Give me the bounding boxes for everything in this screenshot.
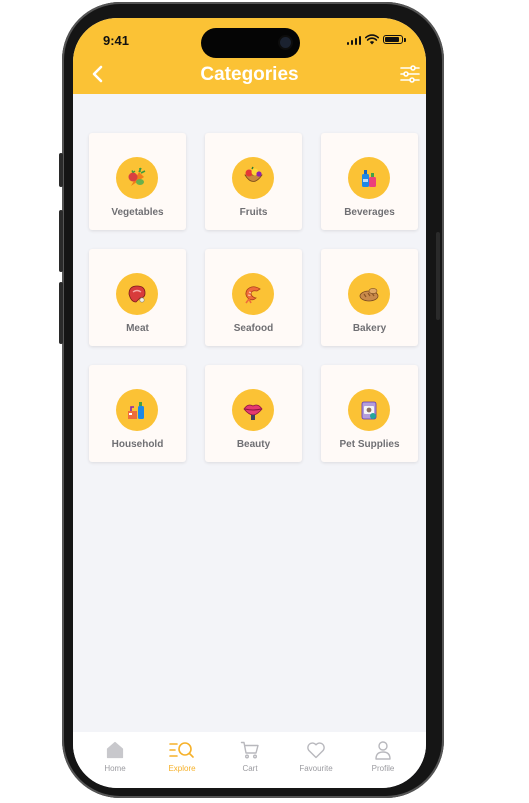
category-label: Bakery xyxy=(352,323,387,334)
category-card-meat[interactable]: Meat xyxy=(89,249,186,346)
filter-sliders-icon[interactable] xyxy=(400,65,420,83)
tab-cart[interactable]: Cart xyxy=(220,740,280,773)
tab-favourite[interactable]: Favourite xyxy=(286,740,346,773)
category-label: Beverages xyxy=(344,207,395,218)
category-card-bakery[interactable]: Bakery xyxy=(321,249,418,346)
silent-switch xyxy=(59,153,63,187)
power-button xyxy=(436,232,440,320)
tab-explore[interactable]: Explore xyxy=(152,740,212,773)
tab-label: Cart xyxy=(242,764,258,773)
heart-icon xyxy=(307,742,325,759)
profile-icon xyxy=(375,741,391,760)
explore-search-icon xyxy=(169,742,194,758)
category-card-seafood[interactable]: Seafood xyxy=(205,249,302,346)
category-label: Meat xyxy=(126,323,149,334)
fruits-icon xyxy=(232,157,274,199)
tab-label: Favourite xyxy=(299,764,333,773)
front-camera-icon xyxy=(280,37,291,48)
volume-up-button xyxy=(59,210,63,272)
dynamic-island xyxy=(201,28,300,58)
category-grid: Vegetables Fruits Beverages Meat Seafood xyxy=(89,133,418,462)
battery-icon xyxy=(383,35,403,44)
app-header: 9:41 Categories xyxy=(73,18,426,94)
cart-icon xyxy=(240,741,259,759)
category-card-beverages[interactable]: Beverages xyxy=(321,133,418,230)
tab-profile[interactable]: Profile xyxy=(353,740,413,773)
home-icon xyxy=(106,741,124,759)
status-icons xyxy=(346,34,406,45)
category-label: Seafood xyxy=(233,323,274,334)
wifi-icon xyxy=(365,34,379,45)
pet-supplies-icon xyxy=(348,389,390,431)
category-card-vegetables[interactable]: Vegetables xyxy=(89,133,186,230)
bakery-icon xyxy=(348,273,390,315)
category-label: Pet Supplies xyxy=(339,439,400,450)
app-screen: 9:41 Categories Vegetables Fruits Bevera… xyxy=(73,18,426,788)
beverages-icon xyxy=(348,157,390,199)
category-label: Household xyxy=(111,439,164,450)
beauty-icon xyxy=(232,389,274,431)
category-card-fruits[interactable]: Fruits xyxy=(205,133,302,230)
vegetables-icon xyxy=(116,157,158,199)
status-time: 9:41 xyxy=(103,33,130,48)
tab-label: Home xyxy=(104,764,126,773)
category-card-beauty[interactable]: Beauty xyxy=(205,365,302,462)
page-title: Categories xyxy=(200,64,299,85)
category-label: Vegetables xyxy=(111,207,164,218)
signal-icon xyxy=(346,35,361,45)
meat-icon xyxy=(116,273,158,315)
bottom-tab-bar: Home Explore Cart Favourite Profile xyxy=(73,732,426,788)
category-card-pet-supplies[interactable]: Pet Supplies xyxy=(321,365,418,462)
tab-label: Explore xyxy=(168,764,196,773)
category-label: Fruits xyxy=(239,207,268,218)
tab-label: Profile xyxy=(371,764,395,773)
household-icon xyxy=(116,389,158,431)
category-label: Beauty xyxy=(236,439,271,450)
tab-home[interactable]: Home xyxy=(85,740,145,773)
seafood-icon xyxy=(232,273,274,315)
category-card-household[interactable]: Household xyxy=(89,365,186,462)
volume-down-button xyxy=(59,282,63,344)
